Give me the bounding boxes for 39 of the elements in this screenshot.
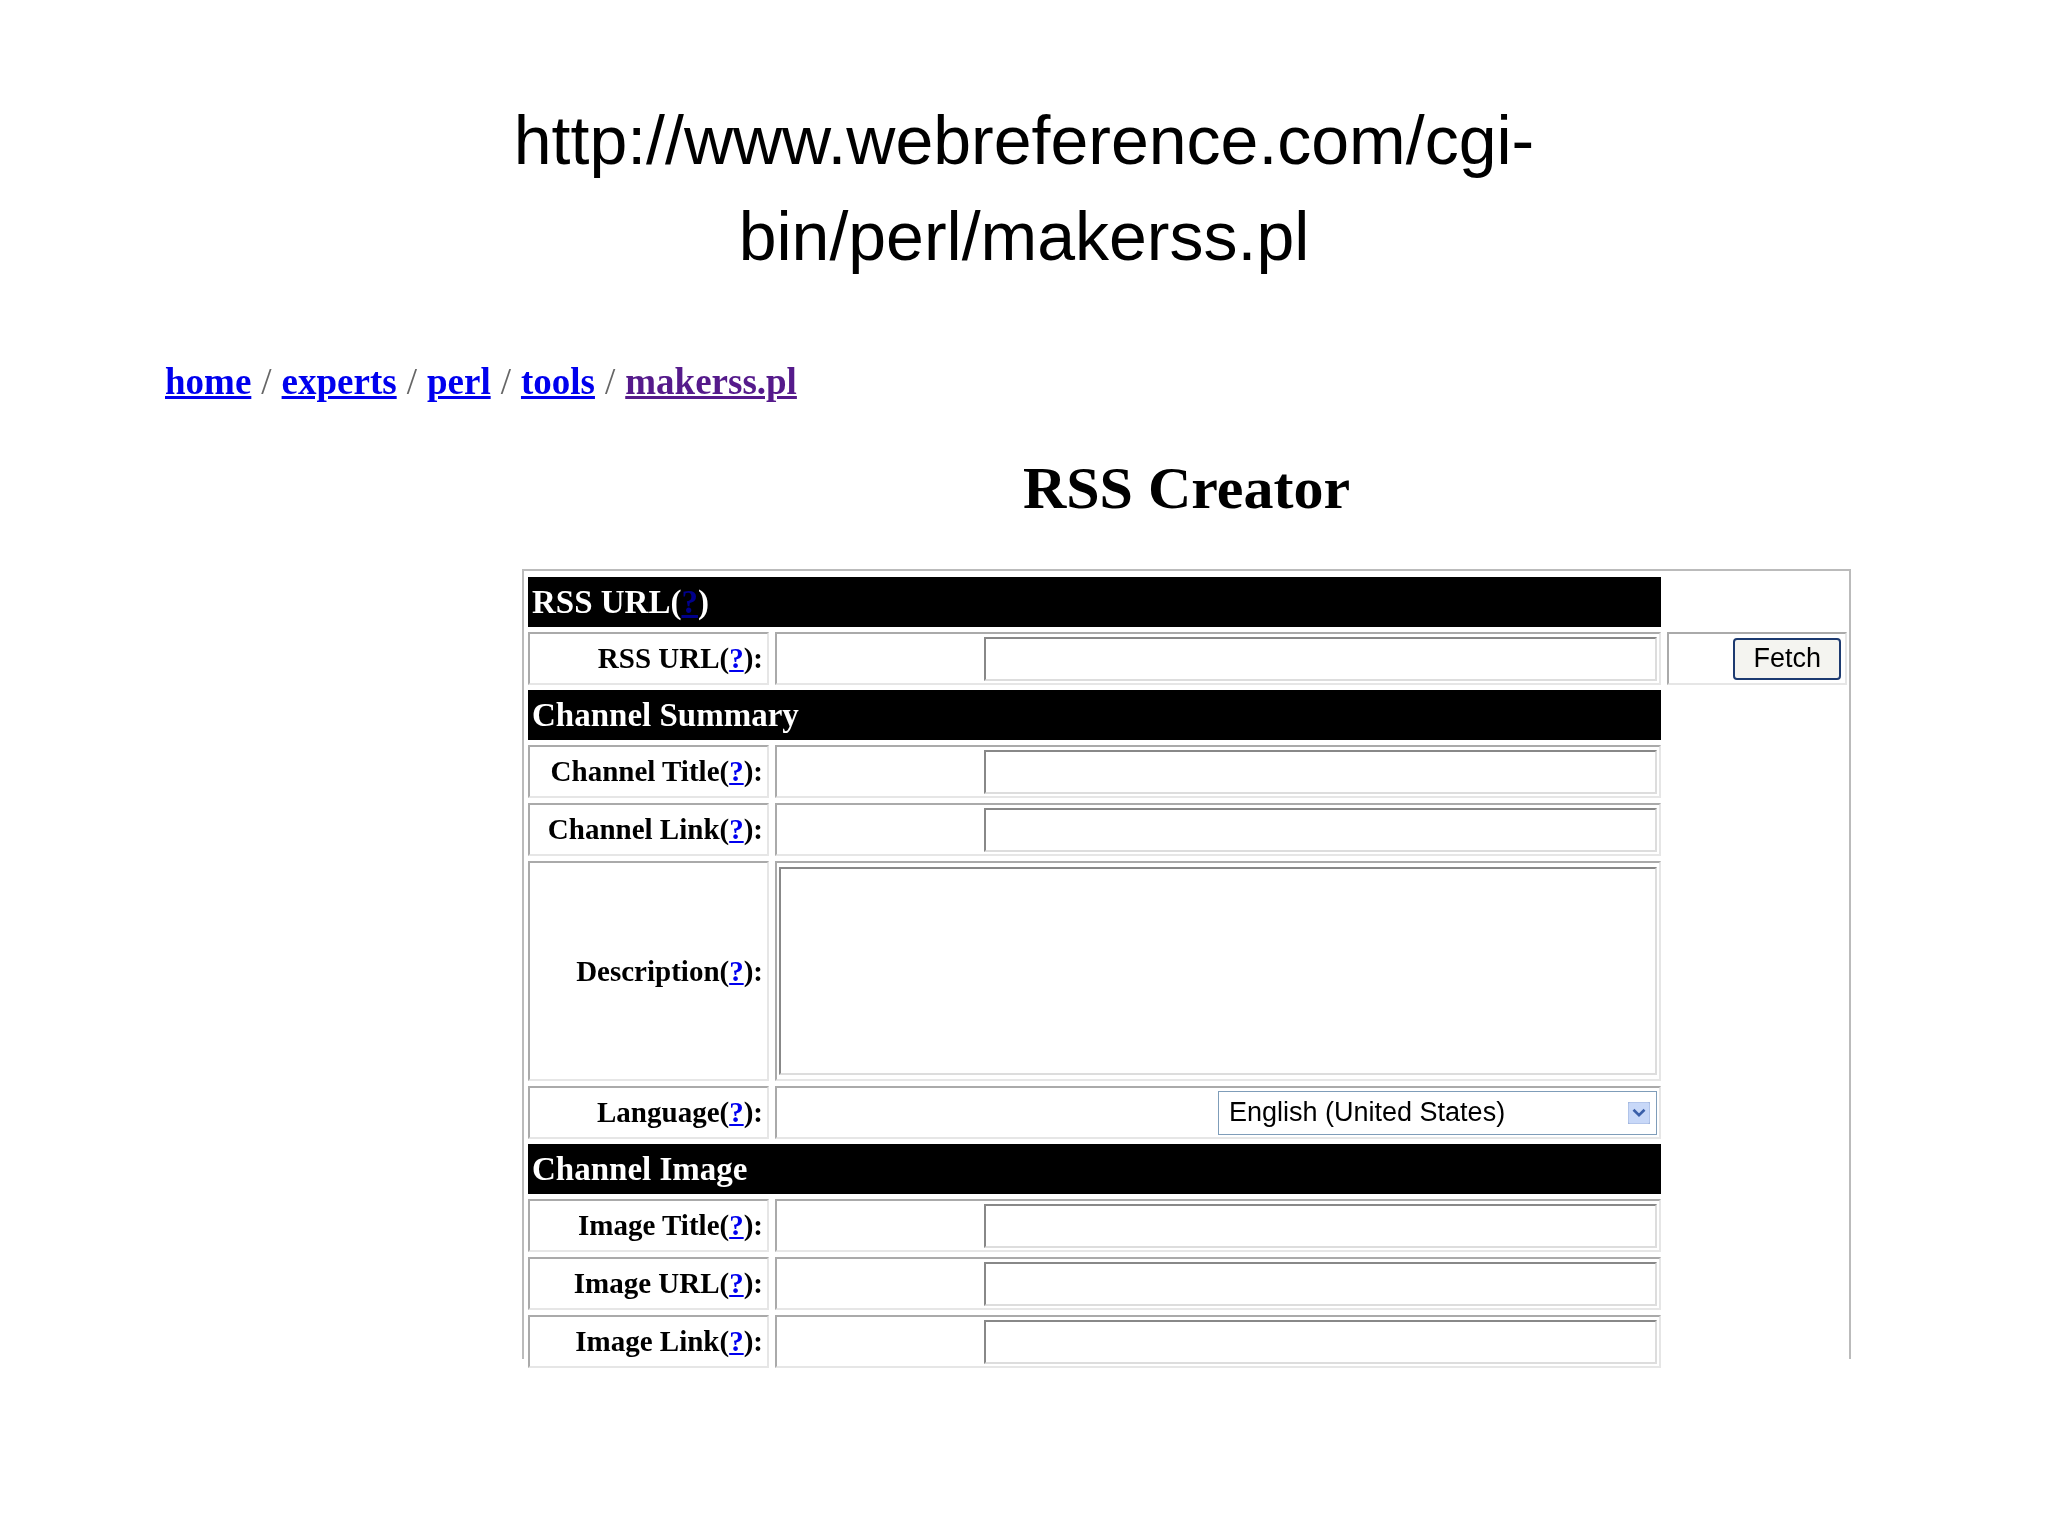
breadcrumb-link[interactable]: perl [426, 360, 491, 404]
help-link[interactable]: ? [729, 1325, 744, 1357]
breadcrumb-link[interactable]: experts [281, 360, 397, 404]
help-link[interactable]: ? [729, 642, 744, 674]
field-label: Channel Link(?): [547, 813, 763, 846]
help-link[interactable]: ? [729, 755, 744, 787]
field-label: RSS URL(?): [597, 642, 763, 675]
help-link[interactable]: ? [729, 1096, 744, 1128]
help-link[interactable]: ? [729, 1209, 744, 1241]
chevron-down-icon [1628, 1101, 1650, 1124]
help-link[interactable]: ? [729, 954, 744, 987]
fetch-button[interactable]: Fetch [1733, 637, 1841, 680]
text-field[interactable] [984, 1261, 1657, 1306]
page-heading: RSS Creator [1021, 454, 1352, 523]
breadcrumb-link[interactable]: home [165, 360, 252, 404]
text-field[interactable] [984, 749, 1657, 794]
breadcrumb-link[interactable]: makerss.pl [625, 360, 797, 404]
breadcrumb-separator: / [261, 360, 272, 404]
help-link[interactable]: ? [729, 1267, 744, 1299]
field-label: Language(?): [597, 1096, 763, 1129]
slide-title: http://www.webreference.com/cgi-bin/perl/makerss.pl [512, 101, 1536, 276]
text-field[interactable] [984, 807, 1657, 852]
text-field[interactable] [984, 1203, 1657, 1248]
field-label: Image URL(?): [573, 1267, 763, 1300]
breadcrumb-separator: / [604, 360, 616, 404]
breadcrumb-link[interactable]: tools [520, 360, 595, 404]
section-title: RSS URL(?) [532, 583, 709, 621]
text-field[interactable] [984, 636, 1657, 681]
field-label: Description(?): [576, 954, 763, 988]
section-title: Channel Summary [532, 696, 799, 734]
help-link[interactable]: ? [729, 813, 744, 845]
breadcrumb-separator: / [500, 360, 511, 404]
field-label: Image Link(?): [575, 1325, 763, 1358]
field-label: Channel Title(?): [550, 755, 763, 788]
section-title: Channel Image [532, 1150, 748, 1188]
text-field[interactable] [984, 1319, 1657, 1364]
language-dropdown[interactable]: English (United States) [1218, 1090, 1657, 1135]
breadcrumb-separator: / [406, 360, 417, 404]
field-label: Image Title(?): [578, 1209, 763, 1242]
